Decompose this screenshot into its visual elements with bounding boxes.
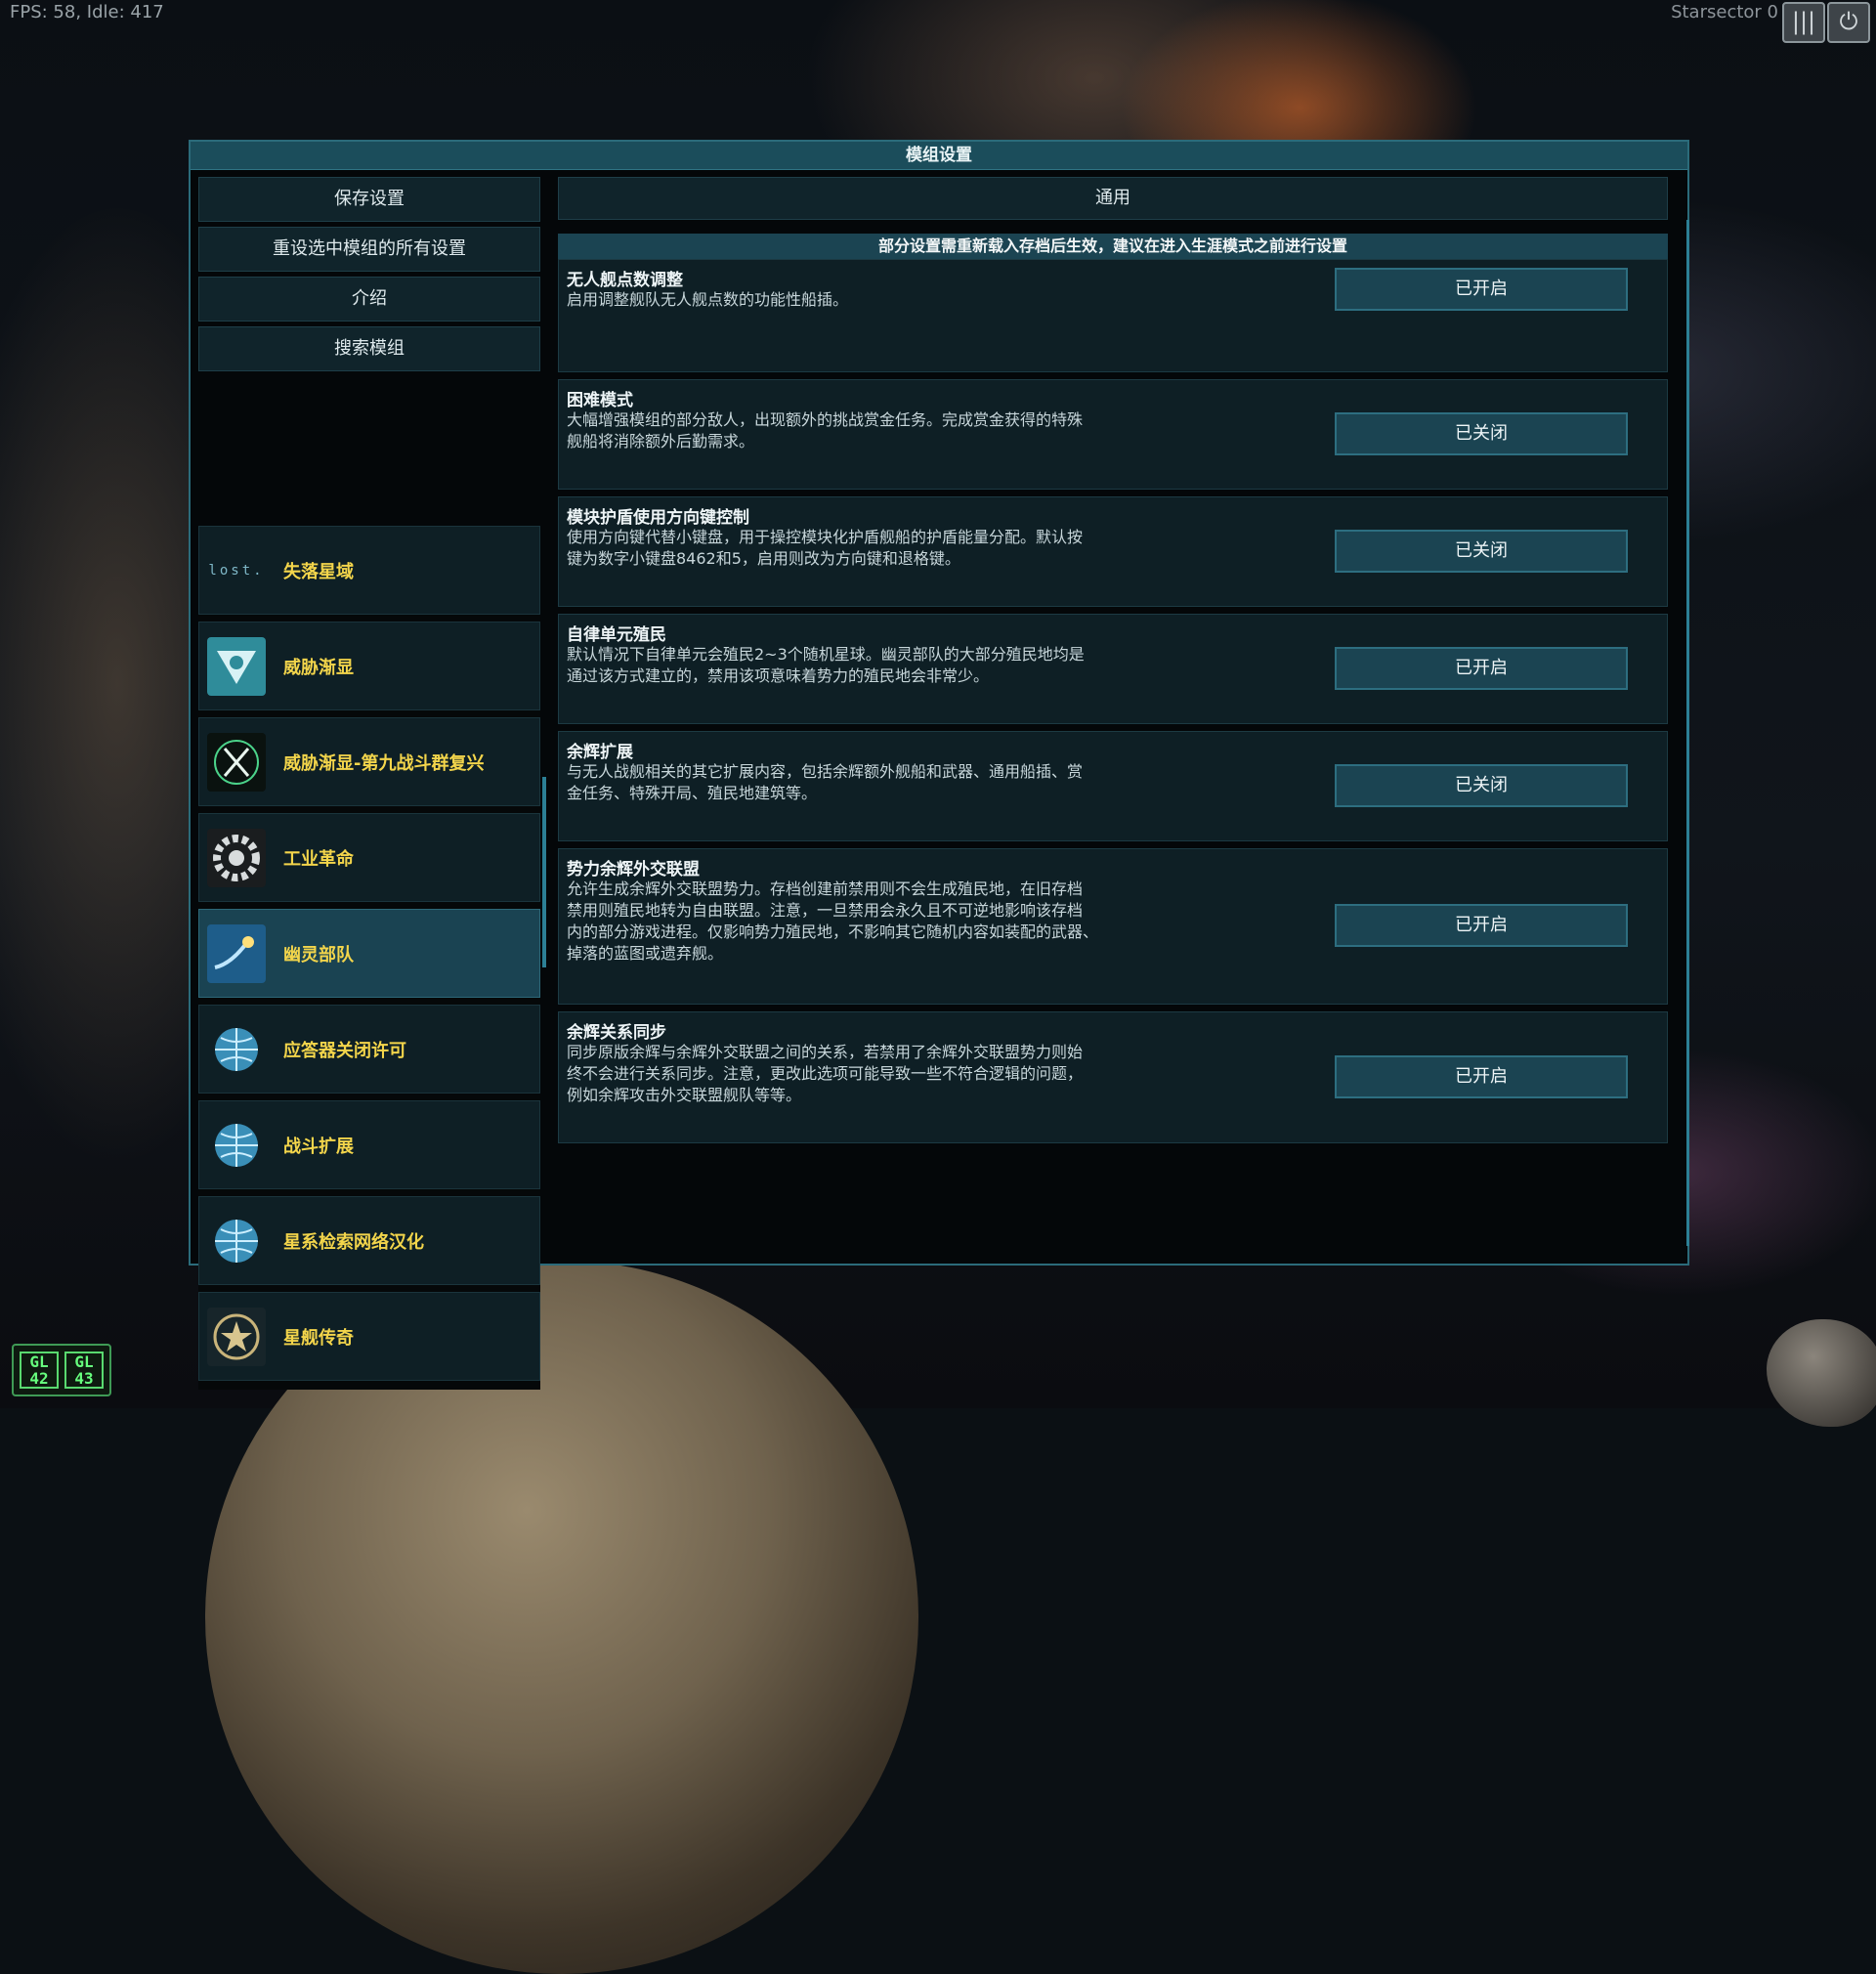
setting-toggle-button[interactable]: 已开启 xyxy=(1335,1055,1628,1098)
setting-title: 困难模式 xyxy=(567,391,633,410)
setting-toggle-button[interactable]: 已开启 xyxy=(1335,268,1628,311)
setting-desc: 允许生成余辉外交联盟势力。存档创建前禁用则不会生成殖民地，在旧存档 禁用则殖民地… xyxy=(567,880,1099,963)
mod-settings-dialog: 模组设置 保存设置 重设选中模组的所有设置 介绍 搜索模组 lost. 失落星域… xyxy=(189,140,1689,1390)
mod-name: 工业革命 xyxy=(283,848,354,870)
power-icon[interactable]: ⏻ xyxy=(1827,2,1870,43)
left-actions: 保存设置 重设选中模组的所有设置 介绍 搜索模组 xyxy=(198,177,540,376)
setting-row: 余辉扩展 与无人战舰相关的其它扩展内容，包括余辉额外舰船和武器、通用船插、赏 金… xyxy=(558,731,1668,841)
mod-item-lost-sector[interactable]: lost. 失落星域 xyxy=(198,526,540,615)
setting-row: 势力余辉外交联盟 允许生成余辉外交联盟势力。存档创建前禁用则不会生成殖民地，在旧… xyxy=(558,848,1668,1005)
setting-desc: 与无人战舰相关的其它扩展内容，包括余辉额外舰船和武器、通用船插、赏 金任务、特殊… xyxy=(567,762,1084,802)
fps-counter: FPS: 58, Idle: 417 xyxy=(10,2,164,22)
setting-toggle-button[interactable]: 已开启 xyxy=(1335,647,1628,690)
setting-desc: 使用方向键代替小键盘，用于操控模块化护盾舰船的护盾能量分配。默认按 键为数字小键… xyxy=(567,528,1084,568)
globe-icon xyxy=(207,1020,266,1079)
setting-row: 无人舰点数调整 启用调整舰队无人舰点数的功能性船插。 已开启 xyxy=(558,259,1668,372)
mod-name: 威胁渐显 xyxy=(283,657,354,678)
globe-icon xyxy=(207,1212,266,1270)
mod-item-starship-legends[interactable]: 星舰传奇 xyxy=(198,1292,540,1381)
mod-name: 星舰传奇 xyxy=(283,1327,354,1349)
setting-title: 余辉关系同步 xyxy=(567,1023,666,1043)
mod-item-ghost-force[interactable]: 幽灵部队 xyxy=(198,909,540,998)
mod-item-combat-ext[interactable]: 战斗扩展 xyxy=(198,1100,540,1189)
mod-list-scrollbar[interactable] xyxy=(542,777,546,967)
setting-desc: 默认情况下自律单元会殖民2~3个随机星球。幽灵部队的大部分殖民地均是 通过该方式… xyxy=(567,645,1085,685)
setting-title: 无人舰点数调整 xyxy=(567,271,683,290)
setting-row: 自律单元殖民 默认情况下自律单元会殖民2~3个随机星球。幽灵部队的大部分殖民地均… xyxy=(558,614,1668,724)
tab-general[interactable]: 通用 xyxy=(558,177,1668,220)
globe-icon xyxy=(207,1116,266,1175)
mod-item-threat[interactable]: 威胁渐显 xyxy=(198,622,540,710)
mod-name: 幽灵部队 xyxy=(283,944,354,966)
setting-title: 自律单元殖民 xyxy=(567,625,666,645)
comet-icon xyxy=(207,923,266,983)
gl-indicator: GL 42 GL 43 xyxy=(12,1344,111,1396)
setting-toggle-button[interactable]: 已关闭 xyxy=(1335,530,1628,573)
threat-shield-icon xyxy=(207,636,266,696)
mod-item-transponder[interactable]: 应答器关闭许可 xyxy=(198,1005,540,1094)
mod-name: 失落星域 xyxy=(283,561,354,582)
save-settings-button[interactable]: 保存设置 xyxy=(198,177,540,222)
setting-row: 余辉关系同步 同步原版余辉与余辉外交联盟之间的关系，若禁用了余辉外交联盟势力则始… xyxy=(558,1011,1668,1143)
mod-item-industrial[interactable]: 工业革命 xyxy=(198,813,540,902)
gear-icon xyxy=(207,828,266,887)
intro-button[interactable]: 介绍 xyxy=(198,277,540,322)
setting-toggle-button[interactable]: 已开启 xyxy=(1335,904,1628,947)
setting-desc: 大幅增强模组的部分敌人，出现额外的挑战赏金任务。完成赏金获得的特殊 舰船将消除额… xyxy=(567,410,1084,451)
mod-name: 战斗扩展 xyxy=(283,1136,354,1157)
star-emblem-icon xyxy=(207,1307,266,1366)
mod-name: 星系检索网络汉化 xyxy=(283,1231,424,1253)
setting-row: 模块护盾使用方向键控制 使用方向键代替小键盘，用于操控模块化护盾舰船的护盾能量分… xyxy=(558,496,1668,607)
reload-notice: 部分设置需重新载入存档后生效，建议在进入生涯模式之前进行设置 xyxy=(558,234,1668,259)
setting-title: 余辉扩展 xyxy=(567,743,633,762)
setting-desc: 启用调整舰队无人舰点数的功能性船插。 xyxy=(567,290,849,309)
mod-list: lost. 失落星域 威胁渐显 威胁渐显-第九战斗群复兴 工业革命 幽灵部队 应… xyxy=(198,526,540,1390)
setting-desc: 同步原版余辉与余辉外交联盟之间的关系，若禁用了余辉外交联盟势力则始 终不会进行关… xyxy=(567,1043,1084,1104)
mod-item-threat-ninth[interactable]: 威胁渐显-第九战斗群复兴 xyxy=(198,717,540,806)
menu-bars-icon[interactable]: ||| xyxy=(1782,2,1825,43)
reset-settings-button[interactable]: 重设选中模组的所有设置 xyxy=(198,227,540,272)
gl-left: GL 42 xyxy=(20,1352,59,1389)
game-title: Starsector 0 xyxy=(1671,2,1778,22)
mod-name: 威胁渐显-第九战斗群复兴 xyxy=(283,752,485,774)
dialog-title: 模组设置 xyxy=(191,142,1687,170)
mod-name: 应答器关闭许可 xyxy=(283,1040,406,1061)
settings-scrollbar[interactable] xyxy=(1686,220,1689,1246)
setting-title: 势力余辉外交联盟 xyxy=(567,860,700,880)
gl-right: GL 43 xyxy=(64,1352,104,1389)
crossed-blades-icon xyxy=(207,732,266,792)
lost-logo-icon: lost. xyxy=(208,562,265,579)
setting-toggle-button[interactable]: 已关闭 xyxy=(1335,764,1628,807)
mod-item-star-search[interactable]: 星系检索网络汉化 xyxy=(198,1196,540,1285)
asteroid-image xyxy=(1767,1319,1876,1427)
setting-toggle-button[interactable]: 已关闭 xyxy=(1335,412,1628,455)
setting-row: 困难模式 大幅增强模组的部分敌人，出现额外的挑战赏金任务。完成赏金获得的特殊 舰… xyxy=(558,379,1668,490)
settings-panel: 通用 部分设置需重新载入存档后生效，建议在进入生涯模式之前进行设置 无人舰点数调… xyxy=(558,177,1668,1150)
setting-title: 模块护盾使用方向键控制 xyxy=(567,508,749,528)
search-mods-button[interactable]: 搜索模组 xyxy=(198,326,540,371)
